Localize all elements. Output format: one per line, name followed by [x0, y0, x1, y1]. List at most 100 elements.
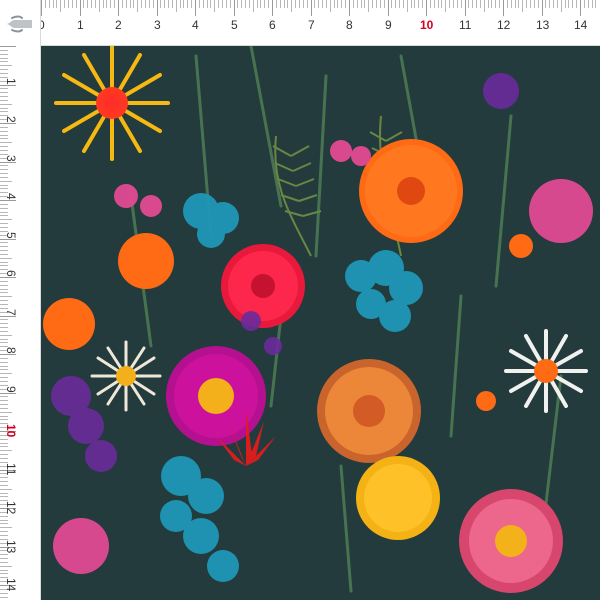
left-ruler-label: 13 [4, 540, 18, 554]
top-ruler-minor-tick [403, 0, 404, 8]
left-ruler-major-tick [0, 239, 16, 240]
top-ruler-minor-tick [299, 0, 300, 8]
top-ruler-minor-tick [553, 0, 554, 8]
top-ruler-label: 11 [459, 18, 472, 32]
left-ruler-minor-tick [0, 323, 8, 324]
left-ruler-minor-tick [0, 169, 8, 170]
top-ruler-major-tick [580, 0, 581, 16]
left-ruler-major-tick [0, 316, 16, 317]
top-ruler-minor-tick [83, 0, 84, 8]
top-ruler-minor-tick [522, 0, 523, 12]
left-ruler-minor-tick [0, 520, 8, 521]
clip-icon [6, 15, 32, 33]
top-ruler-minor-tick [137, 0, 138, 12]
top-ruler-minor-tick [160, 0, 161, 8]
left-ruler-major-tick [0, 393, 16, 394]
top-ruler-major-tick [349, 0, 350, 16]
left-ruler-minor-tick [0, 104, 12, 105]
top-ruler-minor-tick [592, 0, 593, 8]
left-ruler-minor-tick [0, 481, 8, 482]
left-ruler-major-tick [0, 85, 16, 86]
left-ruler-label: 6 [4, 270, 18, 277]
top-ruler-minor-tick [353, 0, 354, 8]
left-ruler-minor-tick [0, 265, 8, 266]
top-ruler-minor-tick [445, 0, 446, 12]
top-ruler-minor-tick [572, 0, 573, 8]
top-ruler-major-tick [542, 0, 543, 16]
left-ruler-minor-tick [0, 146, 8, 147]
top-ruler-major-tick [388, 0, 389, 16]
left-ruler-minor-tick [0, 131, 8, 132]
top-ruler-minor-tick [499, 0, 500, 8]
top-ruler-minor-tick [357, 0, 358, 8]
left-ruler-minor-tick [0, 258, 12, 259]
left-ruler-minor-tick [0, 416, 8, 417]
left-ruler-minor-tick [0, 177, 8, 178]
left-ruler-minor-tick [0, 358, 8, 359]
left-ruler-minor-tick [0, 289, 8, 290]
top-ruler-minor-tick [114, 0, 115, 8]
top-ruler-minor-tick [95, 0, 96, 8]
top-ruler-minor-tick [49, 0, 50, 8]
top-ruler-minor-tick [133, 0, 134, 8]
top-ruler-minor-tick [588, 0, 589, 8]
top-ruler-minor-tick [430, 0, 431, 8]
left-ruler-minor-tick [0, 65, 12, 66]
left-ruler-minor-tick [0, 493, 8, 494]
top-ruler-minor-tick [488, 0, 489, 8]
embroidered-flower-fabric [41, 46, 600, 600]
left-ruler-minor-tick [0, 377, 8, 378]
top-ruler-minor-tick [180, 0, 181, 8]
top-ruler-minor-tick [106, 0, 107, 8]
left-ruler-minor-tick [0, 73, 8, 74]
left-ruler-minor-tick [0, 204, 8, 205]
top-ruler-minor-tick [126, 0, 127, 8]
top-ruler-minor-tick [395, 0, 396, 8]
left-ruler-major-tick [0, 46, 16, 47]
top-ruler-minor-tick [268, 0, 269, 8]
top-ruler-label: 4 [192, 18, 199, 32]
left-ruler-minor-tick [0, 523, 8, 524]
top-ruler-minor-tick [130, 0, 131, 8]
top-ruler-minor-tick [322, 0, 323, 8]
left-ruler-major-tick [0, 277, 16, 278]
left-ruler-minor-tick [0, 223, 8, 224]
top-ruler-minor-tick [45, 0, 46, 8]
left-ruler-minor-tick [0, 443, 8, 444]
left-ruler-minor-tick [0, 150, 8, 151]
top-ruler-minor-tick [237, 0, 238, 8]
top-ruler-minor-tick [530, 0, 531, 8]
top-ruler-major-tick [465, 0, 466, 16]
left-ruler-major-tick [0, 200, 16, 201]
top-ruler-minor-tick [176, 0, 177, 12]
left-ruler-minor-tick [0, 100, 8, 101]
top-ruler-minor-tick [568, 0, 569, 8]
top-ruler-minor-tick [191, 0, 192, 8]
left-ruler-label: 3 [4, 155, 18, 162]
top-ruler-minor-tick [318, 0, 319, 8]
top-ruler-minor-tick [253, 0, 254, 12]
ruler-corner [0, 0, 40, 45]
left-ruler-minor-tick [0, 485, 8, 486]
top-ruler-minor-tick [314, 0, 315, 8]
top-ruler-minor-tick [472, 0, 473, 8]
top-ruler-minor-tick [91, 0, 92, 8]
top-ruler-major-tick [41, 0, 42, 16]
top-ruler-label: 9 [385, 18, 392, 32]
top-ruler-minor-tick [230, 0, 231, 8]
top-ruler-major-tick [80, 0, 81, 16]
left-ruler-minor-tick [0, 165, 8, 166]
left-ruler-minor-tick [0, 366, 8, 367]
left-ruler-minor-tick [0, 454, 8, 455]
top-ruler-minor-tick [168, 0, 169, 8]
top-ruler-minor-tick [399, 0, 400, 8]
top-ruler-minor-tick [226, 0, 227, 8]
top-ruler-minor-tick [141, 0, 142, 8]
left-ruler-minor-tick [0, 477, 8, 478]
left-ruler-minor-tick [0, 242, 8, 243]
top-ruler-minor-tick [480, 0, 481, 8]
top-ruler-minor-tick [549, 0, 550, 8]
top-ruler-minor-tick [99, 0, 100, 12]
left-ruler-label: 2 [4, 116, 18, 123]
top-ruler-minor-tick [595, 0, 596, 8]
